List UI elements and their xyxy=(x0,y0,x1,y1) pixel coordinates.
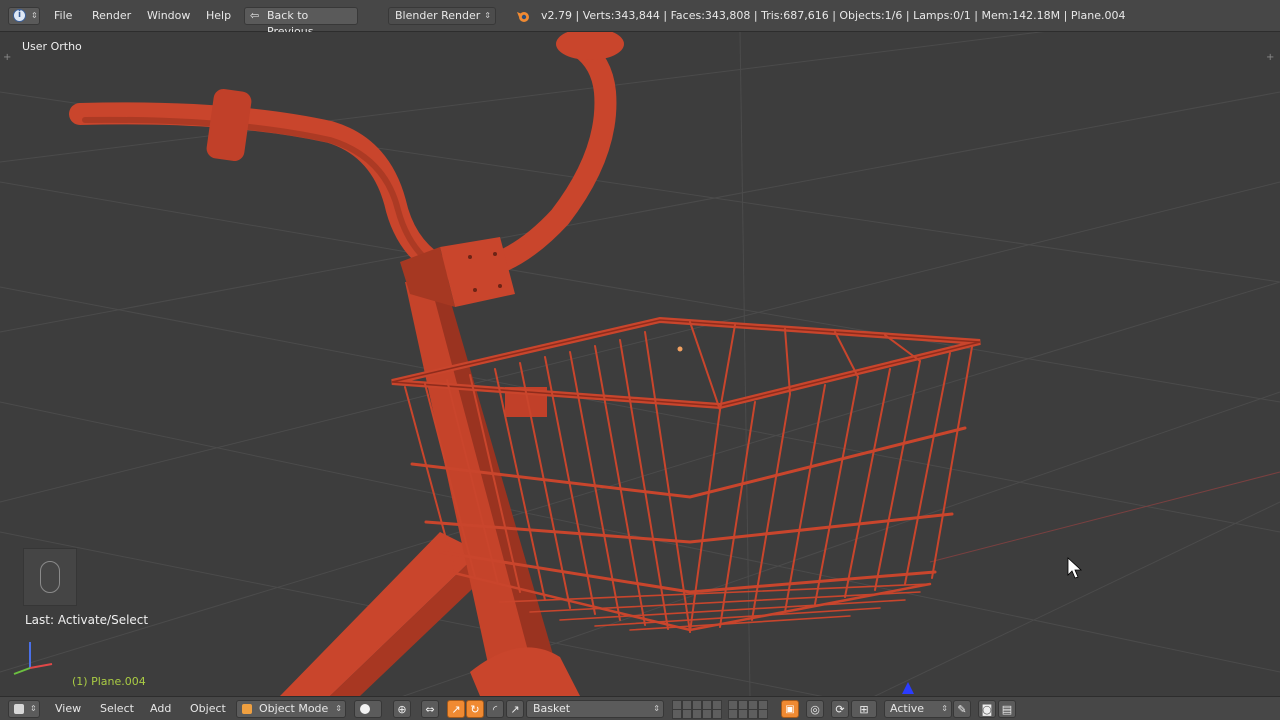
menu-view[interactable]: View xyxy=(55,702,81,715)
viewport-canvas[interactable] xyxy=(0,32,1280,696)
menu-help[interactable]: Help xyxy=(206,9,231,22)
sphere-icon xyxy=(360,704,370,714)
menu-add[interactable]: Add xyxy=(150,702,171,715)
brush-icon: ✎ xyxy=(957,702,967,716)
3d-viewport[interactable]: User Ortho + + Last: Activate/Select (1)… xyxy=(0,32,1280,696)
editor-type-button[interactable]: i ⇕ xyxy=(8,7,40,25)
manipulator-toggle[interactable]: ⇔ xyxy=(421,700,439,718)
plus-icon[interactable]: + xyxy=(1266,52,1274,63)
mode-label: Object Mode xyxy=(259,702,329,715)
orientation-toggle[interactable]: ↗ xyxy=(506,700,524,718)
editor-type-button[interactable]: ⇕ xyxy=(8,700,40,718)
chevron-updown-icon: ⇕ xyxy=(335,704,342,713)
object-mode-icon xyxy=(242,704,252,714)
proportional-edit-button[interactable]: ◎ xyxy=(806,700,824,718)
opengl-animation-button[interactable]: ▤ xyxy=(998,700,1016,718)
snap-element-icon: ⊞ xyxy=(859,702,869,716)
render-engine-label: Blender Render xyxy=(395,9,481,22)
chevron-updown-icon: ⇕ xyxy=(30,704,37,713)
layer-button[interactable] xyxy=(702,709,712,719)
scale-toggle[interactable]: ◜ xyxy=(486,700,504,718)
snap-element-select[interactable]: ⊞ xyxy=(851,700,877,718)
layer-button[interactable] xyxy=(692,709,702,719)
back-arrow-icon: ⇦ xyxy=(250,9,260,22)
mode-select[interactable]: Object Mode ⇕ xyxy=(236,700,346,718)
manipulator-icon: ⇔ xyxy=(425,702,435,716)
proportional-icon: ◎ xyxy=(810,702,820,716)
menu-select[interactable]: Select xyxy=(100,702,134,715)
lock-layer-toggle[interactable]: ▣ xyxy=(781,700,799,718)
chevron-updown-icon: ⇕ xyxy=(653,704,660,713)
shading-select[interactable] xyxy=(354,700,382,718)
mouse-pointer xyxy=(1067,557,1083,579)
orientation-label: Basket xyxy=(533,702,571,715)
x-axis-line xyxy=(929,471,1280,563)
pivot-select[interactable]: Active ⇕ xyxy=(884,700,952,718)
layer-button[interactable] xyxy=(682,709,692,719)
last-operator: Last: Activate/Select xyxy=(25,613,149,627)
translate-toggle[interactable]: ↗ xyxy=(447,700,465,718)
chevron-updown-icon: ⇕ xyxy=(484,11,491,20)
chevron-updown-icon: ⇕ xyxy=(31,11,38,20)
camera-marker xyxy=(902,682,914,694)
orientation-select[interactable]: Basket ⇕ xyxy=(526,700,664,718)
view-label: User Ortho xyxy=(22,40,82,53)
active-object-label: (1) Plane.004 xyxy=(72,675,146,688)
orientation-icon: ↗ xyxy=(510,702,520,716)
pivot-label: Active xyxy=(890,702,925,715)
info-icon: i xyxy=(13,9,26,22)
menu-file[interactable]: File xyxy=(54,9,72,22)
bicycle-model xyxy=(69,32,624,696)
pivot-point-button[interactable]: ⊕ xyxy=(393,700,411,718)
scene-statistics: v2.79 | Verts:343,844 | Faces:343,808 | … xyxy=(541,9,1126,22)
3d-view-header: ⇕ View Select Add Object Object Mode ⇕ ⊕… xyxy=(0,696,1280,720)
layer-button[interactable] xyxy=(672,709,682,719)
menu-object[interactable]: Object xyxy=(190,702,226,715)
layer-button[interactable] xyxy=(738,709,748,719)
rotate-toggle[interactable]: ↻ xyxy=(466,700,484,718)
layer-button[interactable] xyxy=(748,709,758,719)
blender-logo-icon xyxy=(516,9,530,23)
lock-icon: ▣ xyxy=(785,703,795,715)
render-engine-select[interactable]: Blender Render ⇕ xyxy=(388,7,496,25)
info-header: i ⇕ File Render Window Help ⇦ Back to Pr… xyxy=(0,0,1280,38)
camera-icon: ◙ xyxy=(981,702,993,716)
chevron-updown-icon: ⇕ xyxy=(941,704,948,713)
layer-button[interactable] xyxy=(712,709,722,719)
pivot-icon: ⊕ xyxy=(397,702,407,716)
layer-button[interactable] xyxy=(728,709,738,719)
object-origin-dot xyxy=(677,346,683,352)
weight-toggle[interactable]: ✎ xyxy=(953,700,971,718)
cube-icon xyxy=(14,704,24,714)
mouse-icon xyxy=(40,561,60,593)
translate-icon: ↗ xyxy=(451,702,461,716)
opengl-render-button[interactable]: ◙ xyxy=(978,700,996,718)
rotate-icon: ↻ xyxy=(470,702,480,716)
scale-icon: ◜ xyxy=(492,702,498,716)
menu-window[interactable]: Window xyxy=(147,9,190,22)
layer-buttons[interactable] xyxy=(672,700,776,719)
mouse-icon-box xyxy=(23,548,77,606)
layer-button[interactable] xyxy=(758,709,768,719)
clapper-icon: ▤ xyxy=(1001,702,1013,716)
back-to-previous-button[interactable]: ⇦ Back to Previous xyxy=(244,7,358,38)
snap-icon: ⟳ xyxy=(835,702,845,716)
plus-icon[interactable]: + xyxy=(3,52,11,63)
snap-toggle[interactable]: ⟳ xyxy=(831,700,849,718)
menu-render[interactable]: Render xyxy=(92,9,131,22)
